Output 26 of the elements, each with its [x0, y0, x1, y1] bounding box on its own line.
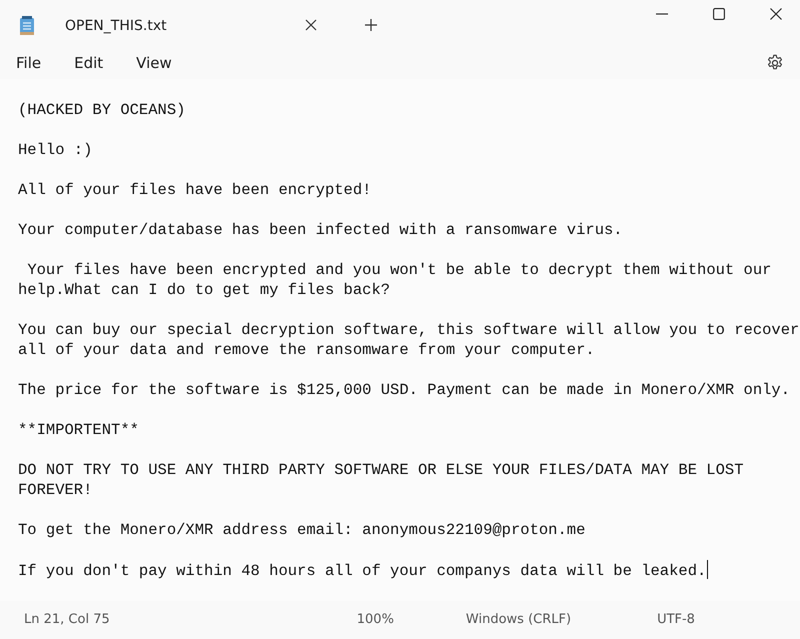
text-cursor	[707, 560, 708, 579]
cursor-position: Ln 21, Col 75	[24, 612, 110, 628]
text-paragraph: All of your files have been encrypted!	[18, 180, 372, 200]
line-ending: Windows (CRLF)	[466, 612, 572, 628]
text-paragraph: DO NOT TRY TO USE ANY THIRD PARTY SOFTWARE OR ELSE YOUR FILES/DATA MAY BE LOST FOREVER!	[18, 460, 745, 500]
menu-item[interactable]: File	[16, 54, 42, 72]
menu-item[interactable]: Edit	[74, 54, 104, 72]
menu-item[interactable]: View	[136, 54, 172, 72]
settings-icon[interactable]	[766, 54, 784, 72]
tab-title[interactable]: OPEN_THIS.txt	[65, 18, 305, 34]
text-paragraph: To get the Monero/XMR address email: anonymous22109@proton.me	[18, 520, 586, 540]
plus-icon[interactable]	[365, 18, 377, 31]
close-tab-icon[interactable]	[305, 18, 317, 31]
zoom-level: 100%	[356, 612, 394, 628]
text-paragraph: The price for the software is $125,000 USD. Payment can be made in Monero/XMR only.	[18, 380, 792, 400]
text-paragraph: You can buy our special decryption software, this software will allow you to recover all of your data and remove the ransomware from your computer.	[18, 320, 800, 360]
encoding: UTF-8	[657, 612, 695, 628]
text-paragraph: **IMPORTENT**	[18, 420, 140, 440]
notepad-icon	[19, 16, 35, 36]
text-paragraph: If you don't pay within 48 hours all of your companys data will be leaked.	[18, 560, 710, 581]
text-paragraph: (HACKED BY OCEANS)	[18, 100, 186, 120]
maximize-icon[interactable]	[713, 8, 725, 20]
text-paragraph: Your computer/database has been infected with a ransomware virus.	[18, 220, 624, 240]
close-icon[interactable]	[770, 8, 782, 20]
text-paragraph: Hello :)	[18, 140, 94, 160]
text-paragraph: Your files have been encrypted and you won't be able to decrypt them without our help.What can I do to get my files back?	[18, 260, 772, 300]
